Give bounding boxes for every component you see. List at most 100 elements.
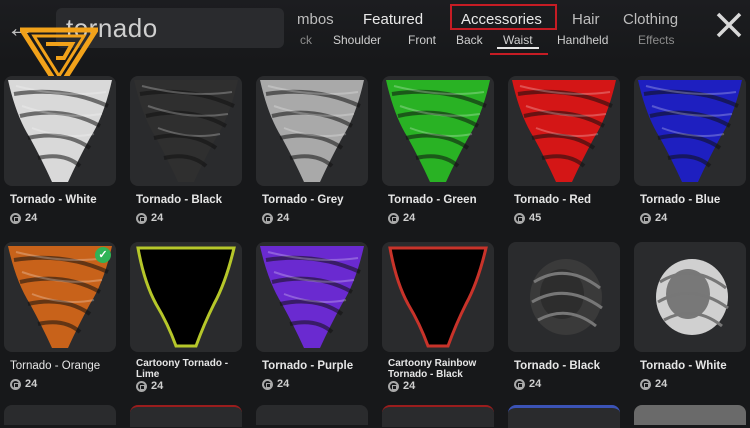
item-price: 24	[262, 212, 289, 224]
tornado-icon	[638, 80, 742, 182]
robux-icon	[388, 380, 399, 392]
item-price: 24	[388, 212, 415, 224]
subtab-waist[interactable]: Waist	[503, 33, 533, 47]
close-icon[interactable]	[714, 10, 744, 40]
item-card[interactable]: Tornado - Red 45	[508, 76, 620, 230]
tab-bundles[interactable]: mbos	[297, 11, 334, 28]
item-name: Tornado - Green	[388, 194, 477, 206]
item-name: Tornado - Purple	[262, 360, 354, 372]
robux-icon	[136, 380, 147, 392]
subtab-front[interactable]: Front	[408, 33, 436, 47]
item-card[interactable]: ✓ Tornado - Orange 24	[4, 242, 116, 396]
item-price: 24	[10, 378, 37, 390]
price-value: 24	[655, 212, 668, 224]
item-card-partial[interactable]	[634, 405, 746, 425]
item-thumbnail	[130, 76, 242, 186]
subtab-handheld[interactable]: Handheld	[557, 33, 608, 47]
item-card[interactable]: Tornado - Black 24	[508, 242, 620, 396]
item-card[interactable]: Tornado - Green 24	[382, 76, 494, 230]
item-card[interactable]: Tornado - Blue 24	[634, 76, 746, 230]
price-value: 45	[529, 212, 542, 224]
tornado-icon	[656, 259, 729, 335]
price-value: 24	[403, 380, 416, 392]
item-card-partial[interactable]	[256, 405, 368, 425]
waist-selected-indicator	[497, 47, 539, 49]
item-thumbnail	[4, 76, 116, 186]
tornado-icon	[260, 80, 364, 182]
item-card-partial[interactable]	[382, 405, 494, 427]
item-card[interactable]: Tornado - Black 24	[130, 76, 242, 230]
item-thumbnail	[256, 76, 368, 186]
subtab-effects[interactable]: Effects	[638, 33, 674, 47]
tab-accessories[interactable]: Accessories	[461, 11, 542, 28]
item-card[interactable]: Cartoony Tornado - Lime 24	[130, 242, 242, 396]
price-value: 24	[277, 212, 290, 224]
item-price: 24	[388, 380, 415, 392]
robux-icon	[514, 212, 525, 224]
price-value: 24	[151, 380, 164, 392]
item-thumbnail	[256, 242, 368, 352]
robux-icon	[388, 212, 399, 224]
subtab-shoulder[interactable]: Shoulder	[333, 33, 381, 47]
robux-icon	[10, 212, 21, 224]
robux-icon	[514, 378, 525, 390]
price-value: 24	[25, 378, 38, 390]
item-price: 24	[136, 380, 163, 392]
item-thumbnail	[634, 242, 746, 352]
price-value: 24	[151, 212, 164, 224]
item-price: 24	[10, 212, 37, 224]
item-thumbnail	[382, 242, 494, 352]
price-value: 24	[277, 378, 290, 390]
item-card[interactable]: Tornado - Purple 24	[256, 242, 368, 396]
item-card[interactable]: Tornado - White 24	[4, 76, 116, 230]
item-price: 24	[640, 378, 667, 390]
robux-icon	[10, 378, 21, 390]
item-name: Cartoony Tornado - Lime	[136, 358, 229, 380]
tornado-icon	[388, 246, 488, 348]
item-card-partial[interactable]	[4, 405, 116, 425]
tab-clothing[interactable]: Clothing	[623, 11, 678, 28]
subtab-neck[interactable]: ck	[300, 33, 312, 47]
tab-hair[interactable]: Hair	[572, 11, 600, 28]
tornado-icon	[8, 80, 112, 182]
item-name: Tornado - Red	[514, 194, 592, 206]
item-thumbnail	[382, 76, 494, 186]
robux-icon	[262, 212, 273, 224]
tab-featured[interactable]: Featured	[363, 11, 423, 28]
price-value: 24	[25, 212, 38, 224]
item-thumbnail	[508, 76, 620, 186]
item-price: 24	[514, 378, 541, 390]
robux-icon	[640, 212, 651, 224]
item-card-partial[interactable]	[130, 405, 242, 427]
item-name: Tornado - Black	[514, 360, 601, 372]
item-price: 24	[136, 212, 163, 224]
waist-highlight-underline	[490, 53, 548, 55]
item-thumbnail	[634, 76, 746, 186]
item-name: Tornado - White	[10, 194, 97, 206]
item-card[interactable]: Cartoony Rainbow Tornado - Black 24	[382, 242, 494, 396]
tornado-icon	[134, 80, 238, 182]
item-name: Tornado - Blue	[640, 194, 721, 206]
item-name: Tornado - Grey	[262, 194, 344, 206]
item-name: Tornado - Black	[136, 194, 223, 206]
tornado-icon	[386, 80, 490, 182]
subtab-back[interactable]: Back	[456, 33, 483, 47]
price-value: 24	[529, 378, 542, 390]
tornado-icon	[136, 246, 236, 348]
item-thumbnail	[130, 242, 242, 352]
tornado-icon	[260, 246, 364, 348]
item-price: 24	[262, 378, 289, 390]
item-price: 24	[640, 212, 667, 224]
tornado-icon	[530, 259, 603, 335]
robux-icon	[640, 378, 651, 390]
item-thumbnail	[508, 242, 620, 352]
item-card[interactable]: Tornado - White 24	[634, 242, 746, 396]
item-name: Tornado - Orange	[10, 360, 101, 372]
owned-check-icon: ✓	[95, 247, 111, 263]
item-card[interactable]: Tornado - Grey 24	[256, 76, 368, 230]
price-value: 24	[403, 212, 416, 224]
price-value: 24	[655, 378, 668, 390]
tornado-icon	[512, 80, 616, 182]
robux-icon	[262, 378, 273, 390]
robux-icon	[136, 212, 147, 224]
